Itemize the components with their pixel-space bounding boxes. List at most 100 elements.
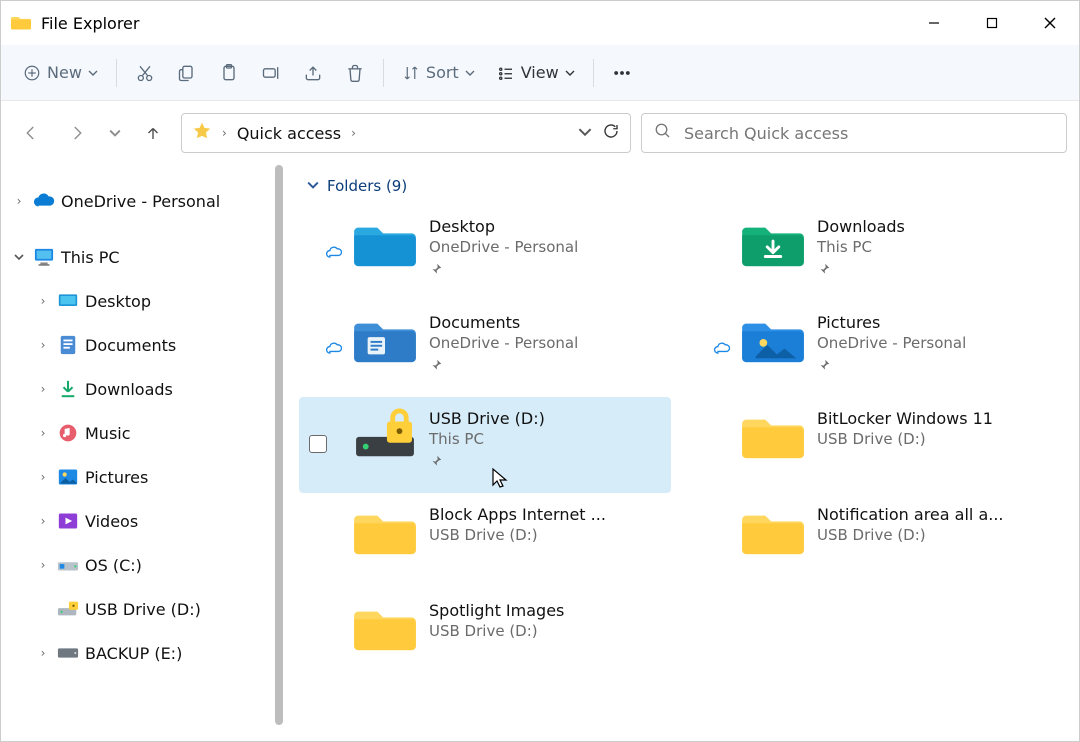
chevron-right-icon[interactable]: › xyxy=(351,126,356,140)
back-button[interactable] xyxy=(13,115,49,151)
toolbar: New Sort View xyxy=(1,45,1079,101)
maximize-button[interactable] xyxy=(963,1,1021,45)
cut-button[interactable] xyxy=(127,55,163,91)
folder-name: Documents xyxy=(429,313,578,332)
usb-drive-icon xyxy=(57,598,79,620)
address-bar[interactable]: › Quick access › xyxy=(181,113,631,153)
expand-icon[interactable]: › xyxy=(35,646,51,660)
tree-documents[interactable]: › Documents xyxy=(1,323,283,367)
pin-icon xyxy=(429,262,578,280)
folder-location: USB Drive (D:) xyxy=(429,526,606,544)
tree-usb-drive[interactable]: USB Drive (D:) xyxy=(1,587,283,631)
folder-tile[interactable]: Pictures OneDrive - Personal xyxy=(687,301,1059,397)
collapse-icon[interactable] xyxy=(11,252,27,262)
forward-button[interactable] xyxy=(59,115,95,151)
tree-label: Desktop xyxy=(85,292,151,311)
toolbar-divider xyxy=(593,59,594,87)
tree-music[interactable]: › Music xyxy=(1,411,283,455)
cursor-icon xyxy=(491,467,509,489)
sidebar-scrollbar[interactable] xyxy=(275,165,283,725)
folder-tile[interactable]: USB Drive (D:) This PC xyxy=(299,397,671,493)
tree-os-drive[interactable]: › OS (C:) xyxy=(1,543,283,587)
chevron-down-icon xyxy=(307,179,319,194)
rename-button[interactable] xyxy=(253,55,289,91)
folder-location: USB Drive (D:) xyxy=(429,622,564,640)
expand-icon[interactable]: › xyxy=(35,382,51,396)
tree-label: OneDrive - Personal xyxy=(61,192,220,211)
search-input[interactable] xyxy=(684,124,1054,143)
close-button[interactable] xyxy=(1021,1,1079,45)
folder-location: USB Drive (D:) xyxy=(817,430,993,448)
sort-button[interactable]: Sort xyxy=(394,55,483,91)
toolbar-divider xyxy=(383,59,384,87)
pin-icon xyxy=(429,358,578,376)
expand-icon[interactable]: › xyxy=(35,338,51,352)
share-button[interactable] xyxy=(295,55,331,91)
recent-button[interactable] xyxy=(105,115,125,151)
expand-icon[interactable]: › xyxy=(35,470,51,484)
content-pane: Folders (9) Desktop OneDrive - Personal … xyxy=(283,165,1079,741)
refresh-button[interactable] xyxy=(602,122,620,144)
more-button[interactable] xyxy=(604,55,640,91)
breadcrumb-location[interactable]: Quick access xyxy=(237,124,341,143)
folder-tile[interactable]: Downloads This PC xyxy=(687,205,1059,301)
folder-name: Pictures xyxy=(817,313,966,332)
folder-location: OneDrive - Personal xyxy=(429,334,578,352)
section-label: Folders (9) xyxy=(327,177,407,195)
tree-videos[interactable]: › Videos xyxy=(1,499,283,543)
expand-icon[interactable]: › xyxy=(35,514,51,528)
folder-pic-icon xyxy=(741,311,805,367)
addressbar-dropdown-icon[interactable] xyxy=(578,124,592,143)
expand-icon[interactable]: › xyxy=(35,558,51,572)
folder-yel-icon xyxy=(741,503,805,559)
copy-button[interactable] xyxy=(169,55,205,91)
up-button[interactable] xyxy=(135,115,171,151)
tree-desktop[interactable]: › Desktop xyxy=(1,279,283,323)
sort-label: Sort xyxy=(426,63,459,82)
view-label: View xyxy=(521,63,559,82)
expand-icon[interactable]: › xyxy=(35,294,51,308)
new-label: New xyxy=(47,63,82,82)
app-icon xyxy=(11,13,31,33)
folder-tile[interactable]: Notification area all a... USB Drive (D:… xyxy=(687,493,1059,589)
folder-tile[interactable]: Documents OneDrive - Personal xyxy=(299,301,671,397)
cloud-sync-icon xyxy=(325,341,343,360)
folder-location: This PC xyxy=(817,238,905,256)
folder-tile[interactable]: BitLocker Windows 11 USB Drive (D:) xyxy=(687,397,1059,493)
tree-pictures[interactable]: › Pictures xyxy=(1,455,283,499)
tree-thispc[interactable]: This PC xyxy=(1,235,283,279)
tree-label: Videos xyxy=(85,512,138,531)
delete-button[interactable] xyxy=(337,55,373,91)
desktop-icon xyxy=(57,290,79,312)
folder-location: This PC xyxy=(429,430,545,448)
view-button[interactable]: View xyxy=(489,55,583,91)
folder-tile[interactable]: Spotlight Images USB Drive (D:) xyxy=(299,589,671,685)
folder-location: USB Drive (D:) xyxy=(817,526,1004,544)
drive-icon xyxy=(57,642,79,664)
tree-label: This PC xyxy=(61,248,120,267)
folder-yel-icon xyxy=(353,599,417,655)
documents-icon xyxy=(57,334,79,356)
pin-icon xyxy=(817,262,905,280)
drive-icon xyxy=(57,554,79,576)
star-icon xyxy=(192,121,212,145)
folder-tile[interactable]: Desktop OneDrive - Personal xyxy=(299,205,671,301)
tree-label: Pictures xyxy=(85,468,148,487)
new-button[interactable]: New xyxy=(15,55,106,91)
expand-icon[interactable]: › xyxy=(11,194,27,208)
tree-backup-drive[interactable]: › BACKUP (E:) xyxy=(1,631,283,675)
paste-button[interactable] xyxy=(211,55,247,91)
folder-tile[interactable]: Block Apps Internet ... USB Drive (D:) xyxy=(299,493,671,589)
onedrive-icon xyxy=(33,190,55,212)
navrow: › Quick access › xyxy=(1,101,1079,165)
checkbox[interactable] xyxy=(309,435,327,453)
tree-onedrive[interactable]: › OneDrive - Personal xyxy=(1,179,283,223)
minimize-button[interactable] xyxy=(905,1,963,45)
search-bar[interactable] xyxy=(641,113,1067,153)
section-header[interactable]: Folders (9) xyxy=(307,177,1059,195)
expand-icon[interactable]: › xyxy=(35,426,51,440)
drive-lock-icon xyxy=(353,407,417,463)
tree-label: Documents xyxy=(85,336,176,355)
tree-downloads[interactable]: › Downloads xyxy=(1,367,283,411)
folder-blue-icon xyxy=(353,215,417,271)
